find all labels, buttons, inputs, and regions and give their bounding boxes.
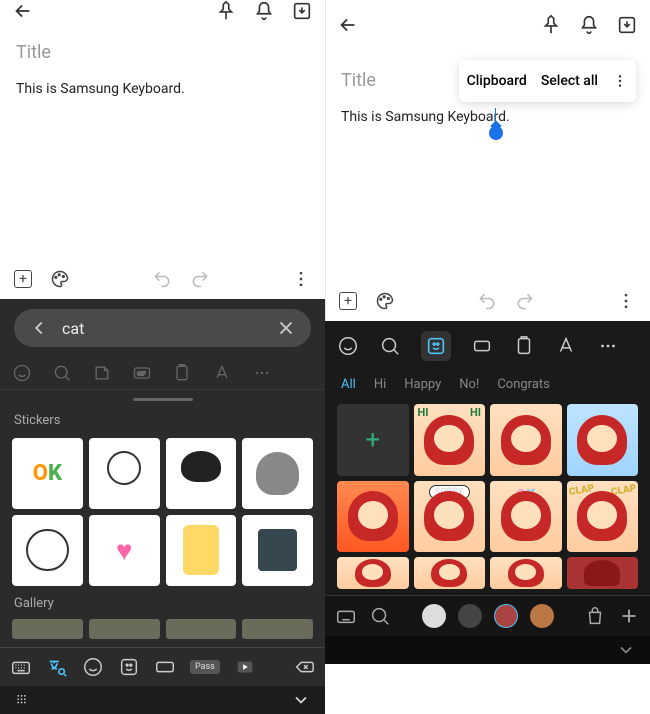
add-sticker-button[interactable]: + <box>337 404 409 476</box>
sticker-nav-icon[interactable] <box>118 656 140 678</box>
gif-tab-icon[interactable]: GIF <box>132 363 152 383</box>
sticker-item[interactable]: SORRY <box>414 481 486 553</box>
sticker-item[interactable] <box>414 557 486 589</box>
sticker-tab-icon[interactable] <box>421 331 451 361</box>
sticker-item[interactable] <box>166 438 237 509</box>
more-vert-icon[interactable] <box>616 291 636 311</box>
svg-text:GIF: GIF <box>137 372 147 378</box>
search-query[interactable]: cat <box>62 319 263 338</box>
text-context-menu: Clipboard Select all <box>459 60 636 102</box>
avatar-pack[interactable] <box>422 604 446 628</box>
more-tab-icon[interactable] <box>597 335 619 357</box>
select-all-action[interactable]: Select all <box>541 73 598 89</box>
texteffect-tab-icon[interactable] <box>212 363 232 383</box>
sticker-item[interactable] <box>337 557 409 589</box>
backspace-icon[interactable] <box>293 656 315 678</box>
note-body[interactable]: This is Samsung Keyboard. <box>16 81 309 97</box>
sticker-search[interactable]: cat <box>14 309 311 347</box>
search-icon[interactable] <box>369 605 391 627</box>
sticker-item[interactable] <box>242 438 313 509</box>
avatar-pack-selected[interactable] <box>494 604 518 628</box>
collapse-icon[interactable] <box>291 690 311 710</box>
keyboard-icon[interactable] <box>335 605 357 627</box>
avatar-pack[interactable] <box>530 604 554 628</box>
palette-icon[interactable] <box>50 269 70 289</box>
sticker-item[interactable] <box>490 557 562 589</box>
emoji-tab-icon[interactable] <box>337 335 359 357</box>
more-tab-icon[interactable] <box>252 363 272 383</box>
clipboard-action[interactable]: Clipboard <box>467 73 527 89</box>
sticker-item[interactable] <box>567 404 639 476</box>
clear-icon[interactable] <box>275 317 297 339</box>
category-hi[interactable]: Hi <box>374 377 386 392</box>
pin-icon[interactable] <box>215 0 237 22</box>
translate-search-icon[interactable] <box>46 656 68 678</box>
emoji-nav-icon[interactable] <box>82 656 104 678</box>
clipboard-tab-icon[interactable] <box>513 335 535 357</box>
back-icon[interactable] <box>337 14 359 36</box>
redo-icon[interactable] <box>515 291 535 311</box>
sticker-item[interactable]: OK <box>490 481 562 553</box>
search-tab-icon[interactable] <box>379 335 401 357</box>
sticker-tab-icon[interactable] <box>92 363 112 383</box>
sticker-item[interactable] <box>166 515 237 586</box>
reminder-icon[interactable] <box>253 0 275 22</box>
gallery-item[interactable] <box>89 619 160 639</box>
stickers-heading: Stickers <box>0 409 325 432</box>
gallery-item[interactable] <box>12 619 83 639</box>
keyboard-switch-icon[interactable] <box>14 690 34 710</box>
avatar-pack[interactable] <box>458 604 482 628</box>
sticker-item[interactable]: HIHI <box>414 404 486 476</box>
sticker-item[interactable] <box>89 438 160 509</box>
sticker-item[interactable] <box>242 515 313 586</box>
sticker-item[interactable] <box>337 481 409 553</box>
gif-nav-icon[interactable] <box>154 656 176 678</box>
gallery-item[interactable] <box>242 619 313 639</box>
texteffect-tab-icon[interactable] <box>555 335 577 357</box>
undo-icon[interactable] <box>477 291 497 311</box>
reminder-icon[interactable] <box>578 14 600 36</box>
store-icon[interactable] <box>584 605 606 627</box>
sticker-item[interactable]: CLAPCLAP <box>567 481 639 553</box>
palette-icon[interactable] <box>375 291 395 311</box>
title-field[interactable]: Title <box>16 42 309 63</box>
search-tab-icon[interactable] <box>52 363 72 383</box>
gallery-item[interactable] <box>166 619 237 639</box>
sticker-item[interactable] <box>567 557 639 589</box>
keyboard-icon[interactable] <box>10 656 32 678</box>
back-icon[interactable] <box>12 0 34 22</box>
archive-icon[interactable] <box>291 0 313 22</box>
sticker-item[interactable]: OK <box>12 438 83 509</box>
category-happy[interactable]: Happy <box>404 377 441 392</box>
sticker-item[interactable] <box>12 515 83 586</box>
redo-icon[interactable] <box>190 269 210 289</box>
gif-tab-icon[interactable] <box>471 335 493 357</box>
sticker-item[interactable] <box>490 404 562 476</box>
sticker-item[interactable]: ♥ <box>89 515 160 586</box>
note-body[interactable]: This is Samsung Keyboard. <box>341 109 634 125</box>
undo-icon[interactable] <box>152 269 172 289</box>
category-congrats[interactable]: Congrats <box>497 377 550 392</box>
pin-icon[interactable] <box>540 14 562 36</box>
chevron-left-icon[interactable] <box>28 317 50 339</box>
add-icon[interactable]: + <box>14 270 32 288</box>
category-no[interactable]: No! <box>459 377 479 392</box>
play-nav-icon[interactable] <box>234 656 256 678</box>
emoji-tab-icon[interactable] <box>12 363 32 383</box>
category-all[interactable]: All <box>341 377 356 392</box>
cursor-handle[interactable] <box>489 126 503 140</box>
pass-badge[interactable]: Pass <box>190 660 220 674</box>
gallery-heading: Gallery <box>0 592 325 615</box>
collapse-icon[interactable] <box>616 640 636 660</box>
clipboard-tab-icon[interactable] <box>172 363 192 383</box>
more-vert-icon[interactable] <box>291 269 311 289</box>
drag-handle[interactable] <box>133 398 193 401</box>
add-pack-icon[interactable] <box>618 605 640 627</box>
add-icon[interactable]: + <box>339 292 357 310</box>
archive-icon[interactable] <box>616 14 638 36</box>
more-vert-icon[interactable] <box>612 70 628 92</box>
